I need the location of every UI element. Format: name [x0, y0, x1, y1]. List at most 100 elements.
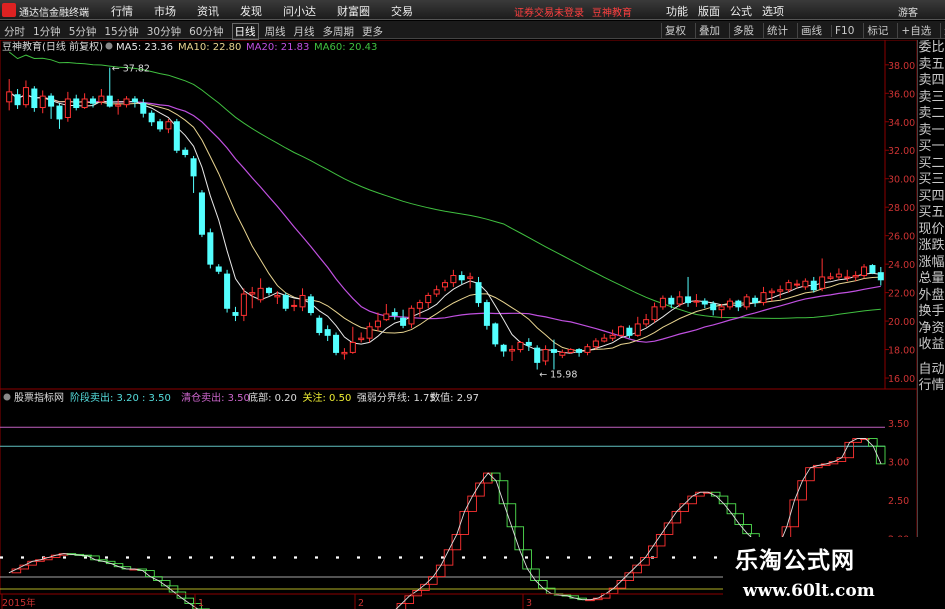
period-tab[interactable]: 更多 — [362, 24, 383, 39]
candle-body — [450, 275, 457, 284]
y-tick-label: 16.00 — [888, 374, 915, 385]
menu-ask[interactable]: 问小达 — [283, 3, 316, 19]
stock-name-link[interactable]: 豆神教育 — [592, 8, 632, 19]
candle-body — [735, 300, 742, 308]
y-tick-label: 34.00 — [888, 118, 915, 129]
login-status[interactable]: 证券交易未登录 — [514, 8, 584, 19]
menu-layout[interactable]: 版面 — [698, 3, 720, 19]
side-panel-label[interactable]: 涨幅 — [918, 255, 945, 272]
menu-discover[interactable]: 发现 — [240, 3, 262, 19]
period-tab[interactable]: 30分钟 — [147, 24, 181, 39]
candle-body — [676, 296, 683, 305]
period-tab[interactable]: 周线 — [265, 24, 286, 39]
candle-body — [550, 349, 557, 353]
candle-body — [433, 289, 440, 295]
indicator-bar — [844, 441, 855, 459]
candle-body — [299, 294, 306, 308]
candle-body — [626, 327, 633, 336]
tool-button[interactable]: 复权 — [661, 23, 686, 38]
side-panel-label[interactable]: 换手 — [918, 304, 945, 321]
candle-body — [240, 293, 247, 316]
candle-body — [6, 91, 13, 103]
side-panel-label[interactable]: 买四 — [918, 189, 945, 206]
candle-body — [265, 287, 273, 294]
candle-body — [157, 121, 164, 130]
candle-body — [634, 323, 641, 336]
candle-body — [835, 273, 842, 278]
indicator-y-tick-label: 2.50 — [888, 496, 909, 507]
period-tab[interactable]: 分时 — [4, 24, 25, 39]
side-panel-label[interactable]: 总量 — [918, 271, 945, 288]
watermark-title: 乐淘公式网 — [735, 547, 855, 574]
menu-wealth[interactable]: 财富圈 — [337, 3, 370, 19]
candle-body — [584, 346, 591, 353]
menu-function[interactable]: 功能 — [666, 3, 688, 19]
candle-body — [869, 265, 876, 274]
candle-body — [726, 300, 733, 308]
side-panel-label[interactable]: 买一 — [918, 139, 945, 156]
indicator-settings-icon — [3, 393, 11, 401]
period-tab[interactable]: 1分钟 — [33, 24, 61, 39]
candle-body — [190, 158, 197, 177]
tool-button[interactable]: 画线 — [797, 23, 822, 38]
side-panel-label[interactable]: 卖一 — [918, 123, 945, 140]
side-panel-label[interactable]: 自动 — [918, 362, 945, 379]
candle-body — [341, 351, 348, 355]
menu-options[interactable]: 选项 — [762, 3, 784, 19]
candle-body — [542, 349, 549, 362]
candle-body — [777, 289, 784, 292]
candle-body — [534, 347, 541, 363]
chart-area[interactable]: 豆神教育(日线 前复权) MA5: 23.36 MA10: 22.80 MA20: 2… — [0, 40, 917, 609]
side-panel-label[interactable]: 行情 — [918, 378, 945, 395]
menu-quotes[interactable]: 行情 — [111, 3, 133, 19]
period-toolbar: 分时 1分钟 5分钟 15分钟 30分钟 60分钟 日线 周线 月线 多周期 更多 复权 叠加 多股 统计… — [0, 21, 945, 40]
candle-body — [232, 312, 239, 316]
tool-button[interactable]: 统计 — [763, 23, 788, 38]
tool-button[interactable]: 多股 — [729, 23, 754, 38]
candle-body — [249, 292, 256, 295]
candle-body — [14, 94, 21, 106]
menu-trade[interactable]: 交易 — [391, 3, 413, 19]
side-panel-label[interactable]: 卖五 — [918, 57, 945, 74]
period-tab[interactable]: 多周期 — [323, 24, 355, 39]
tool-button[interactable]: F10 — [831, 25, 854, 37]
candle-body — [408, 307, 415, 325]
side-panel-label[interactable]: 买五 — [918, 205, 945, 222]
side-panel-label[interactable]: 外盘 — [918, 288, 945, 305]
period-tab[interactable]: 15分钟 — [104, 24, 138, 39]
candle-body — [567, 349, 574, 353]
y-tick-label: 28.00 — [888, 203, 915, 214]
tool-button[interactable]: +自选 — [897, 23, 931, 38]
indicator-bar — [514, 526, 525, 551]
candle-body — [425, 294, 432, 304]
menu-market[interactable]: 市场 — [154, 3, 176, 19]
candle-body — [467, 276, 474, 279]
tool-button[interactable]: 叠加 — [695, 23, 720, 38]
menu-formula[interactable]: 公式 — [730, 3, 752, 19]
side-panel-label[interactable]: 现价 — [918, 222, 945, 239]
side-panel-label[interactable]: 卖四 — [918, 73, 945, 90]
side-panel-label[interactable]: 卖二 — [918, 106, 945, 123]
candle-body — [852, 275, 859, 278]
tool-button[interactable]: 标记 — [863, 23, 888, 38]
side-panel-label[interactable]: 买三 — [918, 172, 945, 189]
period-tab[interactable]: 5分钟 — [69, 24, 97, 39]
period-tab[interactable]: 月线 — [294, 24, 315, 39]
tool-button[interactable]: 返回 — [940, 23, 945, 38]
period-tab[interactable]: 日线 — [231, 23, 259, 40]
side-panel-label[interactable]: 净资 — [918, 321, 945, 338]
side-panel-label[interactable]: 委比 — [918, 40, 945, 57]
app-logo-icon — [2, 3, 16, 17]
watermark: 乐淘公式网 www.60lt.com — [723, 537, 945, 609]
menu-news[interactable]: 资讯 — [197, 3, 219, 19]
period-tab[interactable]: 60分钟 — [189, 24, 223, 39]
side-panel-label[interactable]: 涨跌 — [918, 238, 945, 255]
y-tick-label: 20.00 — [888, 317, 915, 328]
side-panel-label[interactable]: 卖三 — [918, 90, 945, 107]
candle-body — [383, 313, 390, 321]
side-panel-label[interactable]: 收益 — [918, 337, 945, 354]
y-tick-label: 30.00 — [888, 175, 915, 186]
candle-body — [802, 280, 809, 288]
guest-button[interactable]: 游客 — [898, 4, 918, 19]
side-panel-label[interactable]: 买二 — [918, 156, 945, 173]
